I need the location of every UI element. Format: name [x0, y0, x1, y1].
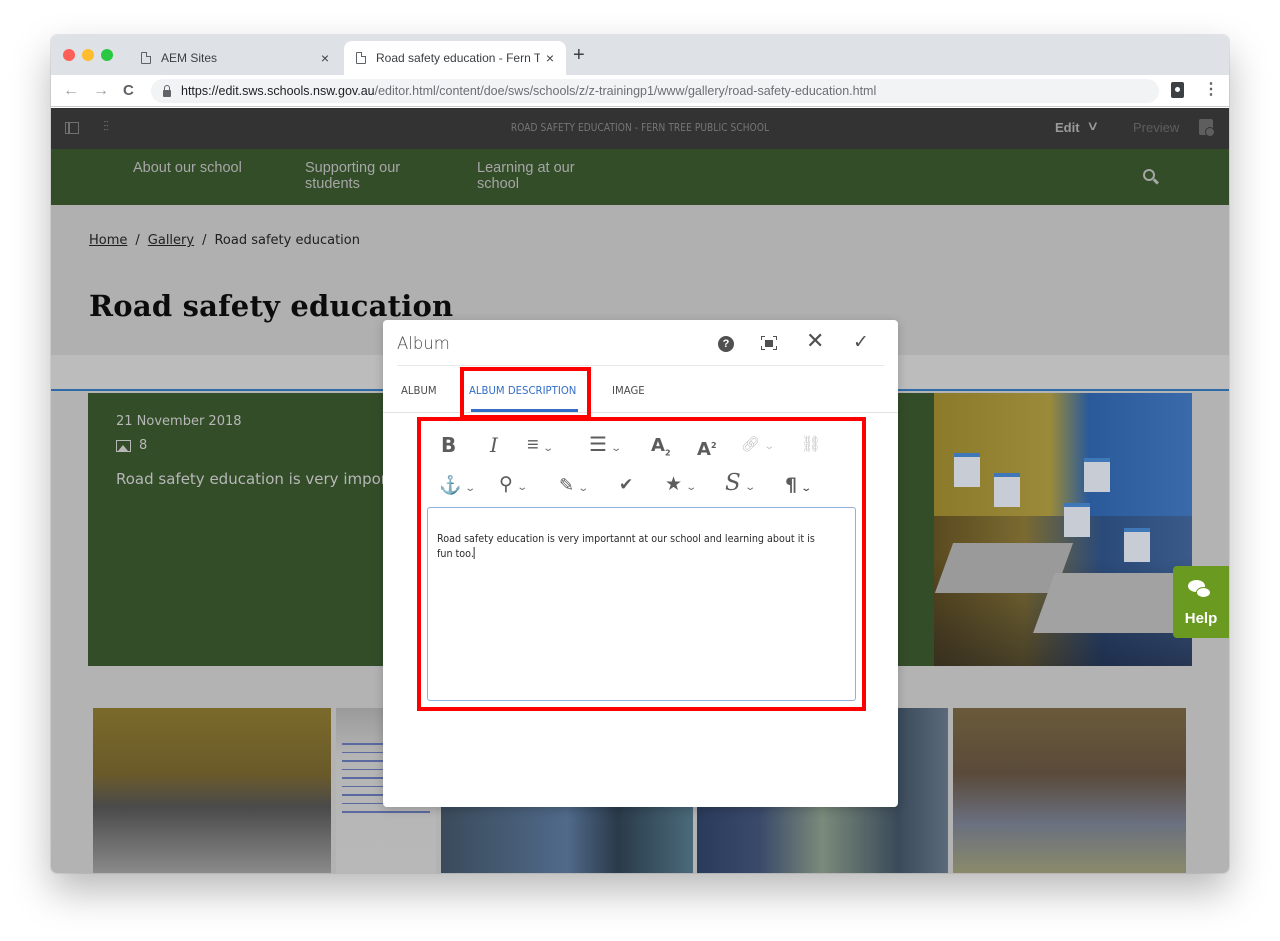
tab-strip: AEM Sites × Road safety education - Fern…: [51, 35, 1229, 75]
breadcrumb-gallery[interactable]: Gallery: [148, 233, 194, 248]
nav-item-about[interactable]: About our school: [133, 160, 263, 176]
browser-tab-road-safety[interactable]: Road safety education - Fern T ×: [344, 41, 566, 75]
browser-toolbar: ← → C https://edit.sws.schools.nsw.gov.a…: [51, 75, 1229, 107]
photo-worksheet: [1084, 458, 1110, 492]
help-label: Help: [1184, 610, 1218, 627]
page-title: Road safety education: [89, 289, 454, 323]
photo-worksheet: [954, 453, 980, 487]
breadcrumb-current: Road safety education: [214, 233, 360, 248]
page-viewport: ⫶⫶ ROAD SAFETY EDUCATION - FERN TREE PUB…: [51, 108, 1229, 873]
forward-arrow-icon[interactable]: →: [93, 81, 109, 101]
lock-icon: [163, 84, 171, 97]
photo-worksheet: [1064, 503, 1090, 537]
annotation-highlight-tab: [460, 367, 591, 419]
browser-tab-aem-sites[interactable]: AEM Sites ×: [129, 41, 341, 75]
album-cover-photo[interactable]: [934, 393, 1192, 666]
help-button[interactable]: Help: [1173, 566, 1229, 638]
page-properties-icon[interactable]: ⫶⫶: [103, 118, 109, 135]
breadcrumb-home[interactable]: Home: [89, 233, 127, 248]
fullscreen-icon[interactable]: [761, 336, 777, 350]
album-image-count: 8: [116, 438, 147, 453]
dialog-title: Album: [397, 334, 450, 353]
address-bar[interactable]: https://edit.sws.schools.nsw.gov.au/edit…: [151, 79, 1159, 103]
url-path: /editor.html/content/doe/sws/schools/z/z…: [374, 84, 877, 98]
back-arrow-icon[interactable]: ←: [63, 81, 79, 101]
tab-close-icon[interactable]: ×: [540, 50, 560, 66]
tab-close-icon[interactable]: ×: [315, 50, 335, 66]
tab-title: AEM Sites: [161, 51, 218, 65]
breadcrumb-separator: /: [135, 233, 140, 248]
annotation-highlight-editor: [417, 417, 866, 711]
url-host: https://edit.sws.schools.nsw.gov.au: [181, 84, 375, 98]
window-zoom-button[interactable]: [101, 49, 113, 61]
page-icon: [141, 52, 151, 64]
tab-image[interactable]: IMAGE: [612, 384, 645, 397]
close-icon[interactable]: ✕: [806, 330, 824, 354]
new-tab-button[interactable]: +: [573, 45, 585, 65]
photo-worksheet: [994, 473, 1020, 507]
album-dialog: Album ? ✕ ✓ ALBUM ALBUM DESCRIPTION IMAG…: [383, 320, 898, 807]
annotations-icon[interactable]: [1199, 119, 1215, 137]
chat-bubbles-icon: [1188, 580, 1212, 600]
album-date: 21 November 2018: [116, 414, 242, 429]
tab-album[interactable]: ALBUM: [401, 384, 437, 397]
image-icon: [116, 439, 131, 452]
site-navigation: About our school Supporting our students…: [51, 149, 1229, 205]
gallery-thumbnail[interactable]: [953, 708, 1186, 873]
photo-desk: [1033, 573, 1192, 633]
done-checkmark-icon[interactable]: ✓: [853, 330, 869, 354]
aem-editor-toolbar: ⫶⫶ ROAD SAFETY EDUCATION - FERN TREE PUB…: [51, 108, 1229, 149]
aem-page-title: ROAD SAFETY EDUCATION - FERN TREE PUBLIC…: [510, 122, 770, 134]
side-panel-toggle-icon[interactable]: [65, 122, 79, 134]
search-icon[interactable]: [1143, 169, 1155, 181]
nav-item-supporting[interactable]: Supporting our students: [305, 160, 435, 192]
help-icon[interactable]: ?: [718, 336, 734, 352]
page-icon: [356, 52, 366, 64]
image-count-value: 8: [139, 438, 148, 453]
breadcrumb: Home / Gallery / Road safety education: [89, 233, 360, 248]
preview-button[interactable]: Preview: [1133, 120, 1179, 135]
chevron-down-icon[interactable]: ∨: [1086, 118, 1099, 134]
window-minimize-button[interactable]: [82, 49, 94, 61]
photo-worksheet: [1124, 528, 1150, 562]
clipboard-extension-icon[interactable]: [1171, 82, 1184, 98]
reload-icon[interactable]: C: [123, 81, 134, 101]
breadcrumb-separator: /: [202, 233, 207, 248]
nav-item-learning[interactable]: Learning at our school: [477, 160, 607, 192]
mode-selector[interactable]: Edit: [1055, 120, 1080, 135]
browser-menu-icon[interactable]: ⋮: [1203, 80, 1219, 100]
tab-title: Road safety education - Fern T: [376, 51, 540, 65]
browser-window: AEM Sites × Road safety education - Fern…: [51, 35, 1229, 873]
window-close-button[interactable]: [63, 49, 75, 61]
gallery-thumbnail[interactable]: [93, 708, 331, 873]
